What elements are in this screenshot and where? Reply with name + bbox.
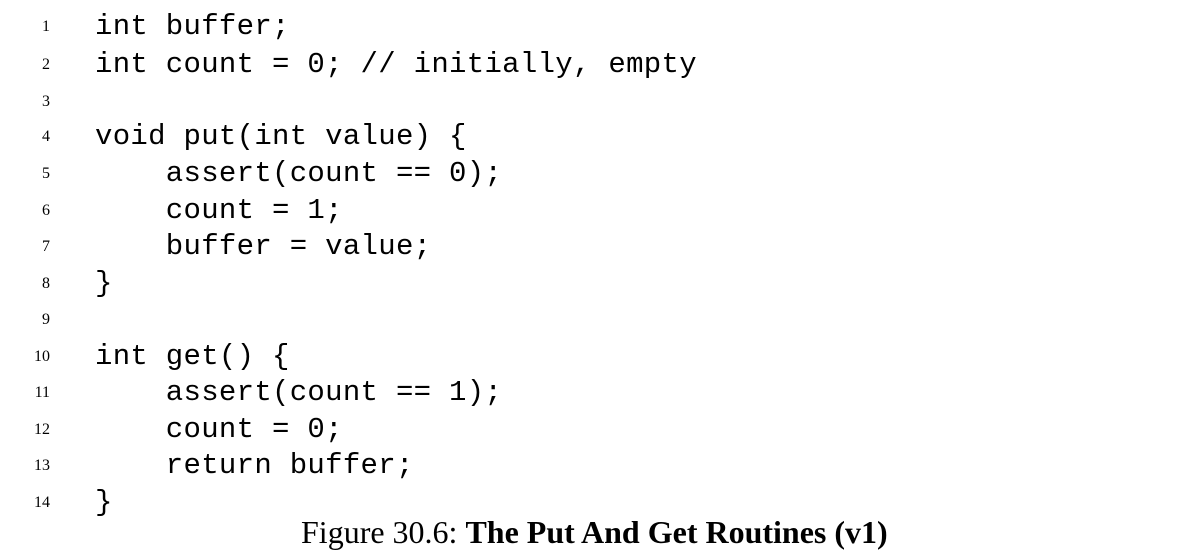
code-text: assert(count == 0); [95,157,503,190]
code-line: 12 count = 0; [0,412,1186,448]
code-line: 6 count = 1; [0,193,1186,229]
line-number: 2 [42,56,50,73]
line-number: 11 [34,384,50,401]
line-number: 9 [42,311,50,328]
figure-title: The Put And Get Routines (v1) [465,514,888,550]
code-text: count = 0; [95,413,343,446]
line-number: 6 [42,202,50,219]
code-line: 13 return buffer; [0,448,1186,484]
line-number: 5 [42,165,50,182]
code-text: return buffer; [95,449,414,482]
code-line: 11 assert(count == 1); [0,375,1186,411]
line-number: 7 [42,238,50,255]
code-line: 3 [0,84,1186,120]
line-number: 12 [34,421,50,438]
line-number: 3 [42,93,50,110]
code-text: buffer = value; [95,230,432,263]
code-text: assert(count == 1); [95,376,503,409]
line-number: 1 [42,18,50,35]
code-line: 4 void put(int value) { [0,119,1186,155]
line-number: 13 [34,457,50,474]
code-text: } [95,486,113,519]
code-line: 5 assert(count == 0); [0,156,1186,192]
line-number: 8 [42,275,50,292]
code-text: int count = 0; // initially, empty [95,48,697,81]
code-line: 7 buffer = value; [0,229,1186,265]
figure-caption: Figure 30.6: The Put And Get Routines (v… [301,510,888,554]
code-text: int buffer; [95,10,290,43]
code-line: 9 [0,302,1186,338]
code-line: 10 int get() { [0,339,1186,375]
code-line: 1 int buffer; [0,9,1186,45]
figure-label: Figure 30.6: [301,514,466,550]
line-number: 14 [34,494,50,511]
code-text: int get() { [95,340,290,373]
code-line: 8} [0,266,1186,302]
line-number: 10 [34,348,50,365]
code-text: void put(int value) { [95,120,467,153]
line-number: 4 [42,128,50,145]
code-text: count = 1; [95,194,343,227]
code-text: } [95,267,113,300]
code-line: 2 int count = 0; // initially, empty [0,47,1186,83]
